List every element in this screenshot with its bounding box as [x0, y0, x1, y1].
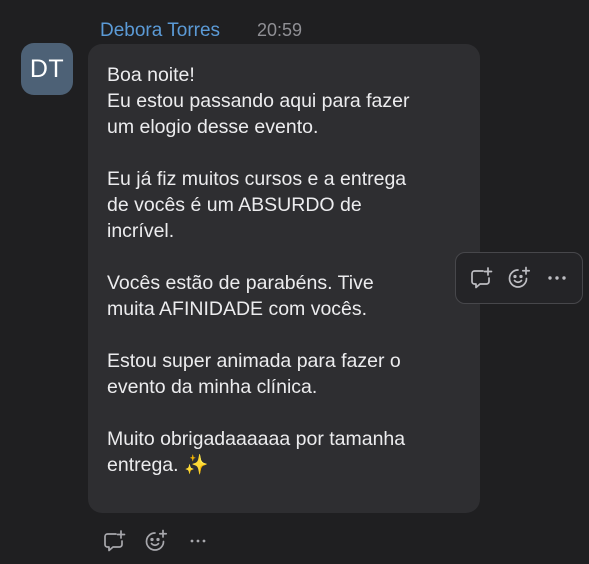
- message-paragraph: Estou super animada para fazer o evento …: [107, 350, 401, 398]
- sparkles-emoji: ✨: [183, 454, 209, 476]
- message-bubble: Boa noite! Eu estou passando aqui para f…: [88, 44, 480, 513]
- message-paragraph: Eu já fiz muitos cursos e a entrega de v…: [107, 168, 407, 242]
- message-paragraph-last: Muito obrigadaaaaaa por tamanha entrega.…: [107, 426, 464, 478]
- message-paragraph: Vocês estão de parabéns. Tive muita AFIN…: [107, 272, 374, 320]
- sender-name[interactable]: Debora Torres: [100, 20, 220, 42]
- reply-thread-icon[interactable]: [100, 527, 128, 555]
- avatar[interactable]: DT: [21, 43, 73, 95]
- chat-view: DT Debora Torres 20:59 Boa noite! Eu est…: [0, 0, 589, 564]
- add-reaction-icon[interactable]: [505, 264, 533, 292]
- avatar-initials: DT: [29, 54, 65, 83]
- add-reaction-icon[interactable]: [142, 527, 170, 555]
- more-options-icon[interactable]: [543, 264, 571, 292]
- reply-thread-icon[interactable]: [467, 264, 495, 292]
- message-actions-bar: [100, 527, 212, 555]
- message-hover-toolbar: [455, 252, 583, 304]
- message-text: Muito obrigadaaaaaa por tamanha entrega.: [107, 428, 406, 476]
- message-timestamp: 20:59: [257, 20, 303, 40]
- more-options-icon[interactable]: [184, 527, 212, 555]
- message-paragraph: Boa noite! Eu estou passando aqui para f…: [107, 64, 410, 138]
